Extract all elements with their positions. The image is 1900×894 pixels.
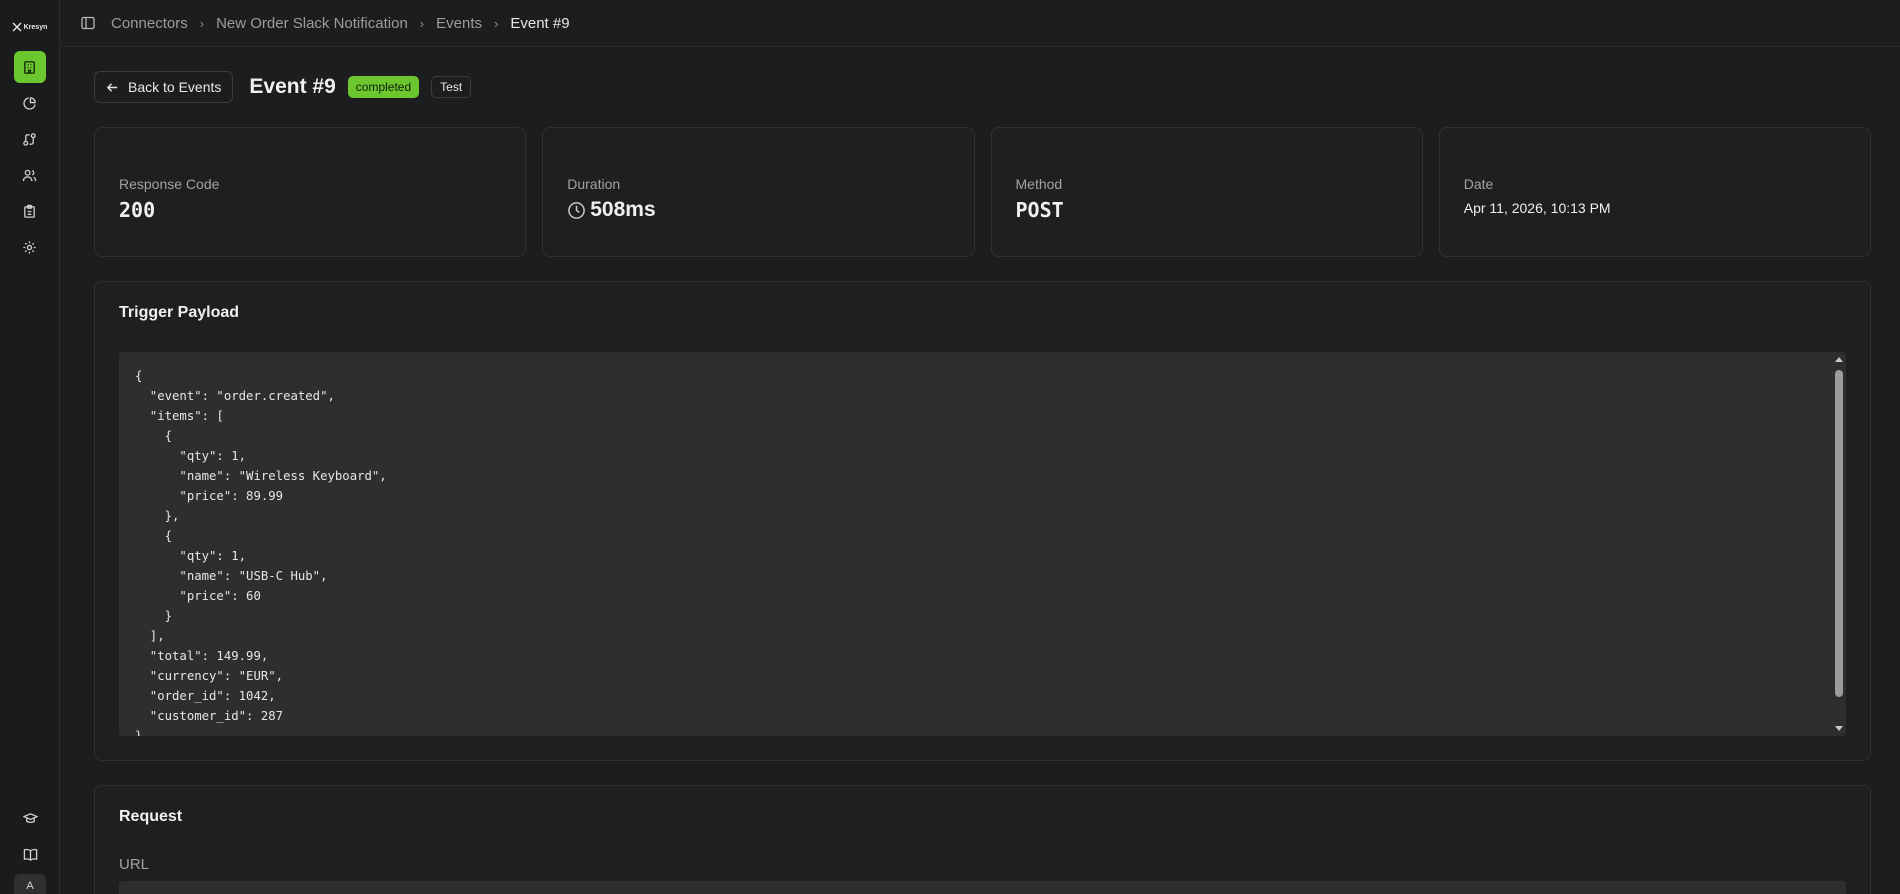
breadcrumb: Connectors › New Order Slack Notificatio…: [61, 0, 1900, 47]
sidebar-item-learn[interactable]: [14, 802, 46, 834]
breadcrumb-connectors[interactable]: Connectors: [111, 15, 188, 32]
url-label: URL: [119, 856, 150, 873]
avatar[interactable]: A: [14, 874, 46, 894]
clipboard-icon: [24, 204, 35, 218]
method-label: Method: [1015, 176, 1063, 192]
page-title: Event #9: [249, 75, 336, 98]
payload-json: { "event": "order.created", "items": [ {…: [135, 369, 387, 736]
users-icon: [22, 169, 37, 181]
sidebar-item-docs[interactable]: [14, 838, 46, 870]
date-card: Date Apr 11, 2026, 10:13 PM: [1438, 127, 1871, 257]
chevron-right-icon: ›: [419, 15, 425, 31]
trigger-payload-title: Trigger Payload: [119, 304, 240, 321]
sidebar-item-connectors[interactable]: [13, 51, 46, 83]
sidebar: Kresyn A: [0, 0, 60, 894]
response-code-card: Response Code 200: [94, 127, 527, 257]
sidebar-item-routes[interactable]: [14, 123, 46, 155]
chevron-right-icon: ›: [199, 15, 205, 31]
date-label: Date: [1463, 176, 1494, 192]
app-logo[interactable]: Kresyn: [12, 22, 48, 32]
status-badge: completed: [347, 76, 420, 98]
chevron-right-icon: ›: [494, 15, 499, 31]
avatar-initial: A: [26, 880, 34, 892]
building-icon: [24, 60, 35, 74]
sidebar-toggle-icon[interactable]: [81, 16, 95, 30]
sidebar-item-analytics[interactable]: [14, 87, 46, 119]
response-code-value: 200: [119, 198, 156, 222]
scroll-down-icon[interactable]: [1835, 726, 1843, 731]
book-icon: [23, 848, 37, 861]
page-header: Back to Events Event #9 completed Test: [94, 71, 472, 103]
back-to-events-button[interactable]: Back to Events: [94, 71, 234, 103]
breadcrumb-connector[interactable]: New Order Slack Notification: [216, 15, 408, 32]
url-field: [119, 881, 1846, 894]
route-icon: [23, 132, 36, 146]
response-code-label: Response Code: [119, 176, 220, 192]
payload-code-block[interactable]: { "event": "order.created", "items": [ {…: [119, 352, 1846, 736]
breadcrumb-events[interactable]: Events: [436, 15, 482, 32]
pie-chart-icon: [23, 96, 36, 110]
test-badge: Test: [431, 76, 472, 98]
duration-value: 508ms: [590, 198, 656, 221]
gear-icon: [23, 240, 36, 254]
method-card: Method POST: [990, 127, 1423, 257]
back-to-events-label: Back to Events: [128, 79, 222, 95]
logo-mark-icon: [12, 22, 22, 32]
sidebar-item-users[interactable]: [14, 159, 46, 191]
trigger-payload-card: Trigger Payload { "event": "order.create…: [94, 281, 1871, 761]
duration-value-row: 508ms: [567, 198, 949, 222]
duration-label: Duration: [567, 176, 621, 192]
app-logo-text: Kresyn: [23, 23, 48, 31]
scroll-up-icon[interactable]: [1835, 357, 1843, 362]
date-value: Apr 11, 2026, 10:13 PM: [1463, 200, 1611, 216]
scroll-thumb[interactable]: [1835, 370, 1843, 697]
graduation-cap-icon: [22, 812, 38, 823]
sidebar-item-settings[interactable]: [14, 231, 46, 263]
sidebar-item-logs[interactable]: [14, 195, 46, 227]
request-card: Request URL: [94, 785, 1871, 894]
method-value: POST: [1015, 198, 1064, 222]
breadcrumb-current: Event #9: [510, 14, 570, 32]
arrow-left-icon: [106, 82, 118, 92]
stats-row: Response Code 200 Duration 508ms Method …: [94, 127, 1871, 257]
clock-icon: [568, 201, 586, 219]
payload-scrollbar[interactable]: [1832, 352, 1846, 736]
request-title: Request: [119, 808, 183, 825]
duration-card: Duration 508ms: [542, 127, 975, 257]
